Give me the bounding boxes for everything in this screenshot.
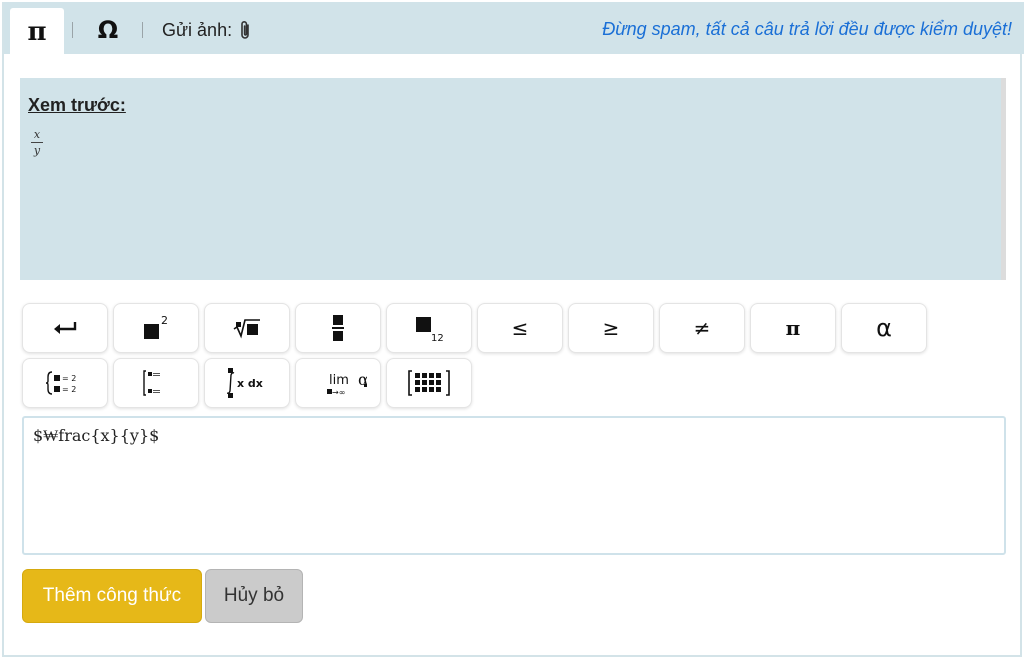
fraction-button[interactable] [295, 303, 381, 353]
preview-numerator: x [33, 128, 41, 141]
preview-title: Xem trước: [28, 95, 126, 115]
fraction-icon [332, 315, 344, 341]
matrix-button[interactable] [386, 358, 472, 408]
less-equal-symbol: ≤ [511, 316, 529, 340]
tab-bar: π Ω Gửi ảnh: Đừng spam, tất cả câu trả l… [4, 2, 1024, 56]
moderation-notice: Đừng spam, tất cả câu trả lời đều được k… [602, 19, 1012, 39]
integral-label: x dx [237, 377, 263, 390]
case-bracket-icon [143, 370, 160, 396]
integral-icon: x dx [227, 368, 263, 398]
tab-math-symbols[interactable]: π [10, 8, 64, 56]
system-equations-icon: = 2 = 2 [45, 371, 76, 395]
less-equal-button[interactable]: ≤ [477, 303, 563, 353]
subscript-index-label: 12 [431, 333, 444, 343]
limit-label: lim [329, 373, 349, 388]
tab-separator [72, 22, 73, 38]
math-toolbar: 2 12 ≤ ≥ ≠ π α = 2 = 2 x dx lim →∞ α [22, 303, 932, 409]
case-bracket-button[interactable] [113, 358, 199, 408]
upload-image-button[interactable]: Gửi ảnh: [162, 16, 252, 44]
integral-button[interactable]: x dx [204, 358, 290, 408]
square-power-icon: 2 [144, 314, 168, 339]
system-eq-2-label: = 2 [62, 385, 76, 394]
preview-denominator: y [33, 144, 41, 157]
latex-input[interactable]: $₩frac{x}{y}$ [22, 416, 1006, 555]
system-eq-1-label: = 2 [62, 374, 76, 383]
return-icon [54, 322, 77, 334]
limit-icon: lim →∞ α [327, 370, 367, 397]
tab-special-characters[interactable]: Ω [90, 12, 126, 48]
not-equal-symbol: ≠ [693, 316, 711, 340]
limit-button[interactable]: lim →∞ α [295, 358, 381, 408]
paperclip-icon [238, 19, 252, 41]
insert-formula-button[interactable]: Thêm công thức [22, 569, 202, 623]
math-editor-panel: π Ω Gửi ảnh: Đừng spam, tất cả câu trả l… [2, 2, 1024, 657]
tab-separator [142, 22, 143, 38]
preview-fraction: x y [30, 128, 44, 157]
greater-equal-button[interactable]: ≥ [568, 303, 654, 353]
matrix-icon [408, 370, 450, 396]
alpha-button[interactable]: α [841, 303, 927, 353]
pi-symbol: π [785, 316, 801, 340]
latex-input-value: $₩frac{x}{y}$ [33, 426, 160, 445]
alpha-symbol: α [876, 314, 892, 342]
greater-equal-symbol: ≥ [602, 316, 620, 340]
upload-image-label: Gửi ảnh: [162, 19, 233, 40]
pi-button[interactable]: π [750, 303, 836, 353]
system-equations-button[interactable]: = 2 = 2 [22, 358, 108, 408]
cancel-button[interactable]: Hủy bỏ [205, 569, 303, 623]
svg-text:→∞: →∞ [332, 388, 345, 397]
newline-button[interactable] [22, 303, 108, 353]
preview-box: Xem trước: x y [20, 78, 1006, 280]
not-equal-button[interactable]: ≠ [659, 303, 745, 353]
power-button[interactable]: 2 [113, 303, 199, 353]
subscript-button[interactable]: 12 [386, 303, 472, 353]
subscript-icon: 12 [416, 317, 444, 343]
sqrt-button[interactable] [204, 303, 290, 353]
square-root-icon [233, 319, 260, 339]
fraction-bar [31, 142, 43, 143]
power-exponent-label: 2 [161, 314, 168, 327]
